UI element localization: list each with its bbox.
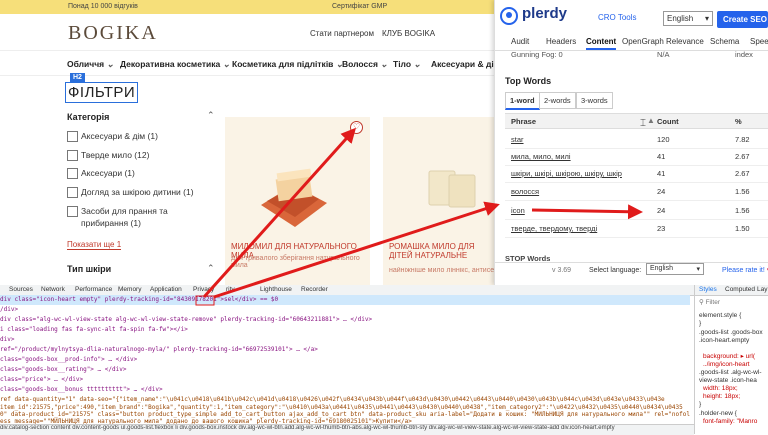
arrow-to-count xyxy=(531,204,643,220)
arrow-to-icon-row xyxy=(213,201,500,299)
annotation-arrows xyxy=(195,127,643,306)
arrow-to-heart xyxy=(202,127,357,299)
